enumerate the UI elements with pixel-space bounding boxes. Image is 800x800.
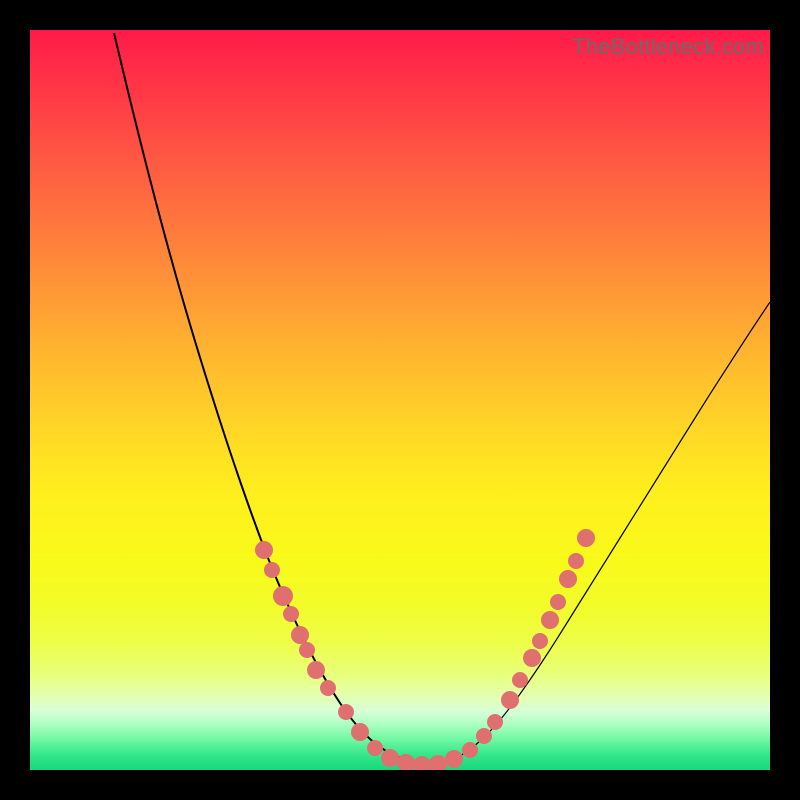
data-marker <box>351 723 369 741</box>
data-marker <box>532 633 548 649</box>
data-marker <box>462 742 478 758</box>
data-marker <box>413 756 431 770</box>
data-marker <box>255 541 273 559</box>
data-marker <box>338 704 354 720</box>
left-curve <box>114 33 430 766</box>
data-marker <box>445 750 463 768</box>
data-marker <box>523 649 541 667</box>
data-marker <box>476 728 492 744</box>
data-marker <box>550 594 566 610</box>
data-marker <box>283 606 299 622</box>
data-marker <box>559 570 577 588</box>
marker-group <box>255 529 595 770</box>
data-marker <box>429 755 447 770</box>
data-marker <box>487 714 503 730</box>
plot-area: TheBottleneck.com <box>30 30 770 770</box>
data-marker <box>307 661 325 679</box>
data-marker <box>541 611 559 629</box>
data-marker <box>577 529 595 547</box>
data-marker <box>397 754 415 770</box>
data-marker <box>291 626 309 644</box>
data-marker <box>299 642 315 658</box>
chart-frame: TheBottleneck.com <box>0 0 800 800</box>
chart-overlay <box>30 30 770 770</box>
right-curve <box>430 302 770 766</box>
data-marker <box>512 672 528 688</box>
data-marker <box>367 740 383 756</box>
data-marker <box>381 749 399 767</box>
data-marker <box>568 553 584 569</box>
data-marker <box>273 586 293 606</box>
data-marker <box>264 562 280 578</box>
data-marker <box>501 691 519 709</box>
data-marker <box>320 680 336 696</box>
